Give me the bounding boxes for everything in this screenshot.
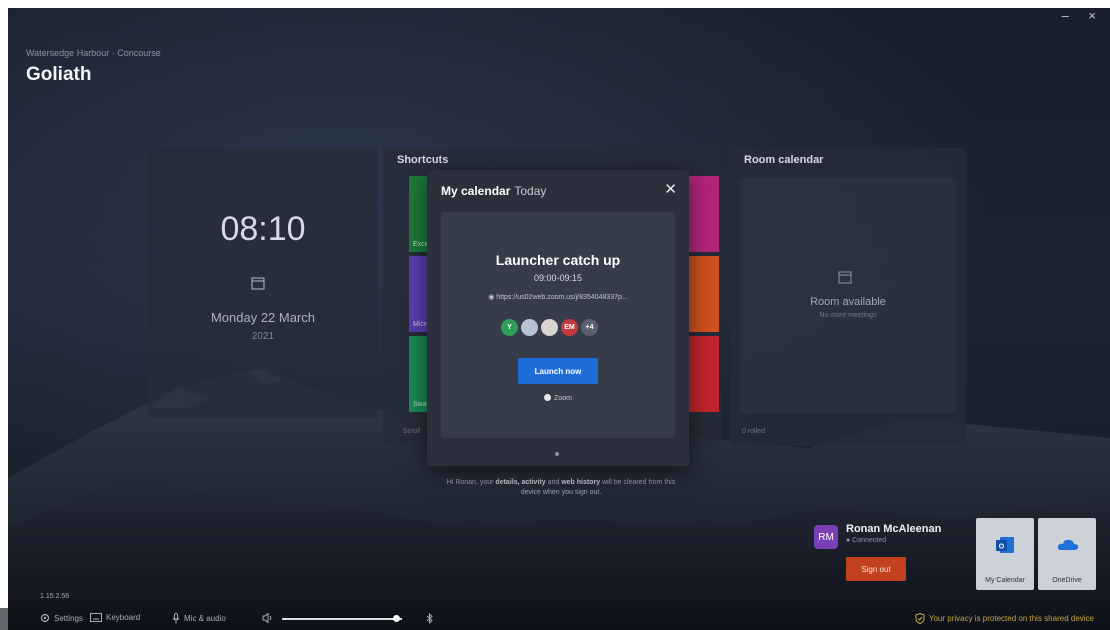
privacy-msg-middle: and — [547, 479, 560, 486]
sign-out-button[interactable]: Sign out — [846, 557, 906, 581]
dialog-subtitle: Today — [514, 184, 547, 198]
outlook-icon: O — [996, 537, 1014, 553]
avatar: RM — [814, 525, 838, 549]
attendee-avatar: EM — [561, 318, 578, 336]
mic-audio-button[interactable]: Mic & audio — [172, 613, 226, 624]
bluetooth-button[interactable] — [426, 613, 438, 624]
room-calendar-panel: Room available No more meetings — [740, 178, 956, 413]
bluetooth-icon — [426, 613, 433, 624]
privacy-notice: Your privacy is protected on this shared… — [915, 613, 1094, 624]
microphone-icon — [172, 613, 180, 624]
clock-date: Monday 22 March — [210, 310, 316, 325]
privacy-msg-bold: details, activity — [495, 479, 546, 486]
dialog-title: My calendar Today — [441, 184, 546, 198]
shortcuts-footer: Scroll — [403, 428, 421, 435]
dialog-title-text: My calendar — [441, 184, 511, 198]
room-calendar-card: Room calendar Room available No more mee… — [730, 148, 966, 446]
clock-year: 2021 — [251, 331, 275, 342]
volume-slider[interactable] — [282, 618, 402, 620]
shield-icon — [915, 613, 925, 624]
volume-slider-thumb[interactable] — [393, 615, 400, 622]
meeting-provider-name: Zoom — [554, 395, 572, 402]
signout-privacy-message: Hi Ronan, your details, activity and web… — [445, 478, 677, 498]
meeting-time: 09:00-09:15 — [533, 273, 583, 283]
attendee-list: Y EM +4 — [501, 318, 601, 336]
close-icon[interactable]: ✕ — [664, 182, 677, 198]
clock-time: 08:10 — [220, 210, 306, 248]
user-name: Ronan McAleenan — [846, 523, 942, 535]
attendee-avatar — [541, 318, 558, 336]
user-card: RM Ronan McAleenan ● Connected Sign out — [808, 515, 968, 591]
keyboard-label: Keyboard — [106, 613, 141, 622]
launch-now-button[interactable]: Launch now — [518, 358, 598, 384]
room-calendar-title: Room calendar — [744, 154, 824, 166]
privacy-msg-prefix: Hi Ronan, your — [446, 479, 494, 486]
clock-card: 08:10 Monday 22 March 2021 — [148, 148, 378, 418]
calendar-icon — [251, 277, 265, 290]
version-label: 1.15.2.56 — [40, 593, 70, 600]
attendee-overflow-count: +4 — [581, 318, 598, 336]
meeting-link-text: https://us02web.zoom.us/j/8354048337p... — [496, 294, 628, 301]
meeting-provider: Zoom — [441, 394, 675, 402]
keyboard-icon — [90, 613, 102, 622]
volume-icon[interactable] — [262, 613, 277, 623]
app-tile-label: OneDrive — [1052, 577, 1082, 584]
shortcuts-title: Shortcuts — [397, 154, 449, 166]
app-tile-my-calendar[interactable]: O My Calendar — [976, 518, 1034, 590]
keyboard-button[interactable]: Keyboard — [90, 613, 140, 622]
attendee-avatar — [521, 318, 538, 336]
room-calendar-footer: 0 rolled — [742, 428, 765, 435]
user-status: ● Connected — [846, 537, 887, 544]
attendee-avatar: Y — [501, 318, 518, 336]
taskbar: Settings Keyboard Mic & audio Your priva… — [0, 608, 1102, 630]
meeting-card[interactable]: Launcher catch up 09:00-09:15 ◉ https://… — [441, 212, 675, 438]
room-status-subtitle: No more meetings — [819, 312, 877, 319]
app-tile-label: My Calendar — [985, 577, 1025, 584]
speaker-icon — [262, 613, 272, 623]
breadcrumb: Watersedge Harbour · Concourse — [26, 48, 161, 58]
meeting-link[interactable]: ◉ https://us02web.zoom.us/j/8354048337p.… — [441, 293, 675, 301]
settings-label: Settings — [54, 613, 83, 623]
app-tile-onedrive[interactable]: OneDrive — [1038, 518, 1096, 590]
gear-icon — [40, 613, 50, 623]
privacy-msg-bold2: web history — [561, 479, 601, 486]
privacy-notice-text: Your privacy is protected on this shared… — [928, 614, 1094, 623]
my-calendar-dialog: My calendar Today ✕ Launcher catch up 09:… — [427, 170, 689, 466]
room-title: Goliath — [26, 64, 92, 85]
zoom-icon — [544, 394, 552, 401]
calendar-icon — [838, 271, 852, 284]
onedrive-icon — [1057, 539, 1079, 550]
svg-text:O: O — [999, 544, 1005, 551]
settings-button[interactable]: Settings — [40, 613, 83, 623]
room-status: Room available — [810, 296, 886, 308]
window-controls[interactable]: – × — [1062, 8, 1104, 23]
mic-audio-label: Mic & audio — [184, 614, 226, 623]
pagination-dot[interactable] — [555, 452, 559, 456]
meeting-title: Launcher catch up — [495, 252, 621, 268]
